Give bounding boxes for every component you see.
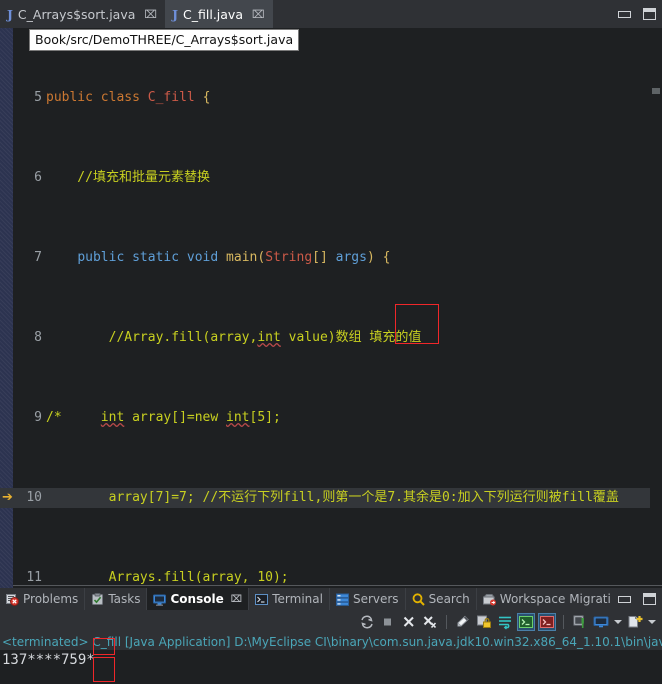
tab-label: Console: [170, 592, 224, 606]
editor-bottom-separator: [13, 585, 662, 586]
code-editor[interactable]: 5 public class C_fill { 6 //填充和批量元素替换 7 …: [0, 28, 662, 588]
editor-tab-c-arrays-sort[interactable]: J C_Arrays$sort.java ⌧: [0, 0, 166, 28]
source-code-area[interactable]: 5 public class C_fill { 6 //填充和批量元素替换 7 …: [0, 28, 662, 588]
toolbar-separator: [446, 615, 447, 629]
editor-tab-tooltip: Book/src/DemoTHREE/C_Arrays$sort.java: [29, 29, 300, 51]
pin-console-icon[interactable]: [572, 614, 588, 630]
code-line[interactable]: 8 //Array.fill(array,int value)数组 填充的值: [0, 328, 662, 348]
editor-tab-c-fill[interactable]: J C_fill.java ⌧: [165, 0, 273, 28]
code-line[interactable]: 5 public class C_fill {: [0, 88, 662, 108]
java-file-icon: J: [7, 6, 13, 22]
console-output[interactable]: 137****759*: [0, 650, 662, 684]
code-line[interactable]: 6 //填充和批量元素替换: [0, 168, 662, 188]
line-content: public class C_fill {: [46, 90, 211, 105]
servers-icon: [335, 593, 349, 606]
line-number: 7: [34, 250, 42, 265]
code-line[interactable]: 7 public static void main(String[] args)…: [0, 248, 662, 268]
minimize-icon[interactable]: [618, 595, 631, 603]
java-file-icon: J: [172, 6, 179, 22]
line-number: 8: [34, 330, 42, 345]
remove-launch-icon[interactable]: [401, 614, 417, 630]
console-icon: [153, 593, 167, 606]
minimize-icon[interactable]: [618, 10, 631, 18]
bottom-window-controls: [618, 588, 656, 610]
chevron-down-icon[interactable]: [648, 620, 656, 624]
tab-console[interactable]: Console ⌧: [146, 588, 249, 610]
show-console-on-output-icon[interactable]: [517, 613, 535, 631]
word-wrap-icon[interactable]: [497, 614, 513, 630]
bottom-tab-bar: Problems Tasks Console ⌧ Terminal Server…: [0, 588, 662, 610]
line-content: //填充和批量元素替换: [46, 170, 210, 185]
tab-search[interactable]: Search: [404, 588, 476, 610]
close-icon[interactable]: ⌧: [144, 8, 157, 21]
tab-label: Search: [428, 592, 470, 606]
close-icon[interactable]: ⌧: [231, 594, 243, 605]
refresh-icon[interactable]: [359, 614, 375, 630]
editor-vertical-scrollbar[interactable]: [650, 28, 662, 588]
editor-tab-label: C_Arrays$sort.java: [17, 6, 136, 22]
eclipse-ide-window: J C_Arrays$sort.java ⌧ J C_fill.java ⌧ 5…: [0, 0, 662, 684]
remove-all-launches-icon[interactable]: [422, 614, 438, 630]
tab-label: Tasks: [108, 592, 141, 606]
editor-window-controls: [618, 0, 656, 28]
show-console-on-error-icon[interactable]: [538, 613, 556, 631]
line-content: /* int array[]=new int[5];: [46, 410, 281, 425]
toolbar-separator: [563, 615, 564, 629]
chevron-down-icon[interactable]: [614, 620, 622, 624]
line-number: 6: [34, 170, 42, 185]
tab-tasks[interactable]: Tasks: [84, 588, 146, 610]
maximize-icon[interactable]: [643, 593, 656, 605]
editor-tab-bar: J C_Arrays$sort.java ⌧ J C_fill.java ⌧: [0, 0, 662, 28]
search-icon: [412, 592, 425, 606]
close-icon[interactable]: ⌧: [252, 8, 265, 21]
workspace-migration-icon: [482, 593, 496, 606]
tab-workspace-migration[interactable]: Workspace Migrati: [475, 588, 617, 610]
clear-console-icon[interactable]: [455, 614, 471, 630]
tab-label: Workspace Migrati: [499, 592, 611, 606]
tab-problems[interactable]: Problems: [0, 588, 84, 610]
tab-terminal[interactable]: Terminal: [248, 588, 329, 610]
editor-scrollbar-thumb[interactable]: [652, 88, 660, 94]
execution-pointer-icon: ➔: [2, 490, 13, 505]
maximize-icon[interactable]: [643, 8, 656, 20]
code-line[interactable]: 9 /* int array[]=new int[5];: [0, 408, 662, 428]
tab-servers[interactable]: Servers: [328, 588, 405, 610]
line-number: 5: [34, 90, 42, 105]
scroll-lock-icon[interactable]: [476, 614, 492, 630]
line-number: 9: [34, 410, 42, 425]
code-line-current[interactable]: ➔ 10 array[7]=7; //不运行下列fill,则第一个是7.其余是0…: [0, 488, 662, 508]
tab-label: Terminal: [272, 592, 323, 606]
editor-tab-label: C_fill.java: [183, 6, 243, 22]
line-content: array[7]=7; //不运行下列fill,则第一个是7.其余是0:加入下列…: [46, 490, 619, 505]
problems-icon: [6, 593, 19, 606]
tab-label: Problems: [23, 592, 79, 606]
console-status-line: <terminated> C_fill [Java Application] D…: [0, 634, 662, 650]
line-content: public static void main(String[] args) {: [77, 250, 391, 265]
console-toolbar: [0, 610, 662, 634]
tab-label: Servers: [352, 592, 399, 606]
line-content: //Array.fill(array,int value)数组 填充的值: [46, 330, 422, 345]
terminate-icon[interactable]: [380, 614, 396, 630]
tasks-icon: [91, 592, 104, 606]
bottom-view-panel: Problems Tasks Console ⌧ Terminal Server…: [0, 588, 662, 684]
terminal-icon: [255, 593, 269, 606]
display-selected-console-icon[interactable]: [593, 614, 609, 630]
open-console-icon[interactable]: [627, 614, 643, 630]
